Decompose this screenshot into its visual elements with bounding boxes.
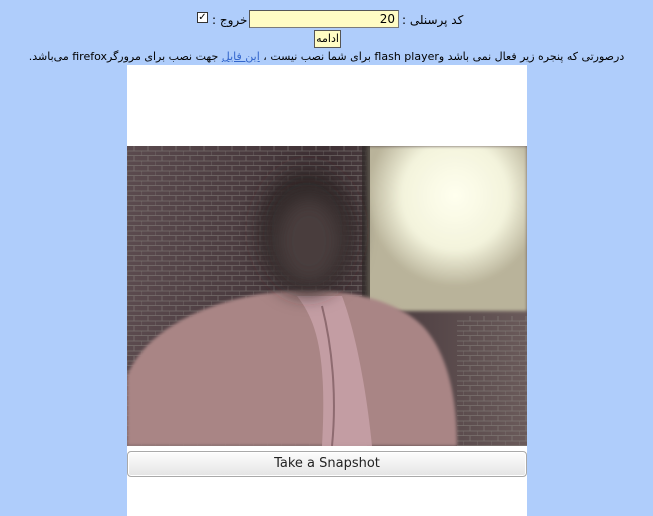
exit-label: خروج :	[212, 13, 248, 27]
continue-button[interactable]: ادامه	[314, 30, 341, 48]
personnel-code-input[interactable]	[249, 10, 399, 28]
take-snapshot-button[interactable]: Take a Snapshot	[127, 451, 527, 477]
exit-checkbox[interactable]: ✓	[197, 12, 208, 23]
checkmark-icon: ✓	[198, 12, 207, 23]
install-file-link[interactable]: این فایل	[222, 50, 260, 63]
webcam-preview	[127, 146, 527, 446]
notice-text-start: درصورتی که پنجره زیر فعال نمی باشد وflas…	[263, 50, 625, 63]
personnel-code-label: کد پرسنلی :	[402, 13, 464, 27]
webcam-image	[127, 146, 527, 446]
login-row: کد پرسنلی : خروج : ✓	[0, 9, 653, 31]
flash-panel: Take a Snapshot	[127, 65, 527, 516]
flash-notice: درصورتی که پنجره زیر فعال نمی باشد وflas…	[0, 50, 653, 64]
notice-text-end: جهت نصب برای مرورگرfirefox می‌باشد.	[28, 50, 219, 63]
